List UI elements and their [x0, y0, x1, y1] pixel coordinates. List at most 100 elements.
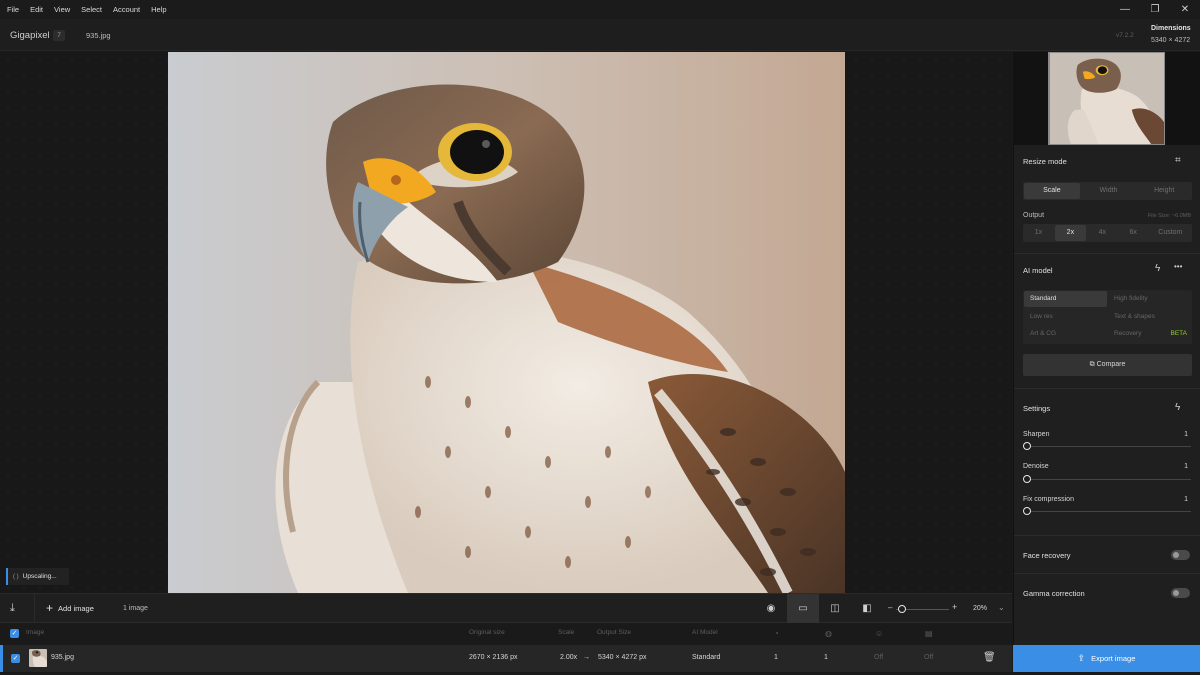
row-checkbox[interactable]: ✓: [11, 654, 20, 663]
preview-eye-icon[interactable]: ◉: [757, 600, 785, 618]
restore-icon[interactable]: ❐: [1140, 0, 1170, 19]
model-high-fidelity[interactable]: High fidelity: [1108, 291, 1191, 307]
file-tab[interactable]: 935.jpg: [86, 31, 111, 40]
resize-mode-scale[interactable]: Scale: [1024, 183, 1080, 199]
divider: [1014, 573, 1200, 574]
collapse-list-icon[interactable]: ⤓: [10, 602, 15, 615]
scale-2x[interactable]: 2x: [1054, 225, 1086, 241]
col-face-icon[interactable]: ☺: [875, 629, 883, 638]
gamma-correction-label: Gamma correction: [1023, 589, 1085, 598]
menu-bar: File Edit View Select Account Help — ❐ ✕: [0, 0, 1200, 19]
file-size-label: File Size: ~6.0MB: [1147, 213, 1191, 219]
menu-help[interactable]: Help: [151, 5, 166, 14]
crop-icon[interactable]: ⌗: [1175, 155, 1181, 166]
denoise-slider-handle[interactable]: [1023, 475, 1031, 483]
sharpen-slider[interactable]: [1023, 446, 1191, 447]
trash-icon[interactable]: 🗑: [983, 652, 996, 663]
scale-custom[interactable]: Custom: [1149, 224, 1192, 242]
fix-compression-value: 1: [1184, 496, 1188, 503]
upscaling-text: Upscaling...: [22, 573, 57, 580]
output-scale-selector: 1x 2x 4x 6x Custom: [1023, 224, 1192, 242]
menu-edit[interactable]: Edit: [30, 5, 43, 14]
fix-compression-label: Fix compression: [1023, 496, 1074, 503]
face-recovery-toggle[interactable]: [1171, 550, 1190, 560]
model-standard[interactable]: Standard: [1024, 291, 1107, 307]
col-gamma-icon[interactable]: ▤: [925, 629, 933, 638]
sharpen-value: 1: [1184, 431, 1188, 438]
scale-1x[interactable]: 1x: [1023, 224, 1054, 242]
export-label: Export image: [1091, 654, 1136, 663]
row-denoise: 1: [824, 654, 828, 661]
row-face-recovery: Off: [874, 654, 884, 661]
fix-compression-slider[interactable]: [1023, 511, 1191, 512]
resize-mode-height[interactable]: Height: [1136, 182, 1192, 200]
split-view-icon[interactable]: ◫: [821, 600, 849, 618]
more-options-icon[interactable]: •••: [1174, 262, 1182, 271]
compare-button[interactable]: ⧉ Compare: [1023, 354, 1192, 376]
menu-select[interactable]: Select: [81, 5, 102, 14]
preview-image[interactable]: [168, 52, 845, 593]
resize-mode-title: Resize mode: [1023, 157, 1067, 166]
image-count: 1 image: [123, 605, 148, 612]
resize-mode-width[interactable]: Width: [1081, 182, 1137, 200]
close-icon[interactable]: ✕: [1170, 0, 1200, 19]
divider: [1014, 253, 1200, 254]
image-canvas[interactable]: [0, 52, 1012, 593]
col-scale[interactable]: Scale: [558, 629, 574, 636]
settings-title: Settings: [1023, 404, 1051, 413]
resize-mode-selector: Scale Width Height: [1023, 182, 1192, 200]
header-bar: Gigapixel 7 935.jpg v7.2.2 Dimensions 53…: [0, 19, 1200, 51]
spinner-icon: ( ): [13, 573, 19, 580]
col-output-size[interactable]: Output Size: [597, 629, 631, 636]
row-ai-model: Standard: [692, 654, 721, 661]
row-original-size: 2670 × 2136 px: [469, 654, 518, 661]
row-gamma: Off: [924, 654, 934, 661]
menu-file[interactable]: File: [7, 5, 19, 14]
col-image[interactable]: Image: [26, 629, 44, 636]
model-low-res[interactable]: Low res: [1024, 309, 1107, 325]
add-image-button[interactable]: + Add image: [46, 601, 94, 615]
gamma-correction-toggle[interactable]: [1171, 588, 1190, 598]
plus-icon: +: [46, 601, 54, 615]
zoom-slider-handle[interactable]: [898, 605, 906, 613]
denoise-slider[interactable]: [1023, 479, 1191, 480]
divider: [1014, 535, 1200, 536]
col-denoise-icon[interactable]: ◍: [825, 629, 832, 638]
scale-4x[interactable]: 4x: [1087, 224, 1118, 242]
menu-account[interactable]: Account: [113, 5, 140, 14]
sharpen-slider-handle[interactable]: [1023, 442, 1031, 450]
denoise-label: Denoise: [1023, 463, 1049, 470]
sharpen-label: Sharpen: [1023, 431, 1050, 438]
ai-model-title: AI model: [1023, 266, 1053, 275]
single-view-icon[interactable]: ▭: [787, 594, 819, 624]
navigator-thumbnail[interactable]: [1048, 52, 1165, 145]
side-by-side-view-icon[interactable]: ◧: [853, 600, 881, 618]
model-art-cg[interactable]: Art & CG: [1024, 326, 1107, 342]
row-sharpen: 1: [774, 654, 778, 661]
scale-6x[interactable]: 6x: [1118, 224, 1149, 242]
auto-settings-icon[interactable]: ϟ: [1175, 402, 1180, 413]
zoom-level[interactable]: 20%: [973, 605, 987, 612]
zoom-out-icon[interactable]: –: [888, 603, 892, 612]
model-text-shapes[interactable]: Text & shapes: [1108, 309, 1191, 325]
settings-panel: Resize mode ⌗ Scale Width Height Output …: [1013, 52, 1200, 645]
col-ai-model[interactable]: AI Model: [692, 629, 718, 636]
minimize-icon[interactable]: —: [1110, 0, 1140, 19]
select-all-checkbox[interactable]: ✓: [10, 629, 19, 638]
auto-model-icon[interactable]: ϟ: [1155, 263, 1160, 274]
export-icon: ⇪: [1077, 653, 1086, 663]
chevron-down-icon[interactable]: ⌄: [998, 603, 1005, 612]
zoom-in-icon[interactable]: +: [952, 602, 957, 612]
export-image-button[interactable]: ⇪ Export image: [1013, 645, 1200, 672]
table-row[interactable]: ✓ 935.jpg 2670 × 2136 px 2.00x → 5340 × …: [0, 645, 1012, 672]
dimensions-label: Dimensions: [1151, 25, 1191, 32]
app-version-badge: 7: [53, 30, 65, 41]
menu-view[interactable]: View: [54, 5, 70, 14]
fix-compression-slider-handle[interactable]: [1023, 507, 1031, 515]
model-recovery[interactable]: Recovery BETA: [1108, 326, 1191, 342]
col-sharpen-icon[interactable]: ◔: [774, 629, 779, 638]
version-label: v7.2.2: [1116, 32, 1134, 39]
dimensions-value: 5340 × 4272: [1151, 37, 1191, 44]
col-original-size[interactable]: Original size: [469, 629, 505, 636]
upscaling-status: ( ) Upscaling...: [6, 568, 69, 585]
